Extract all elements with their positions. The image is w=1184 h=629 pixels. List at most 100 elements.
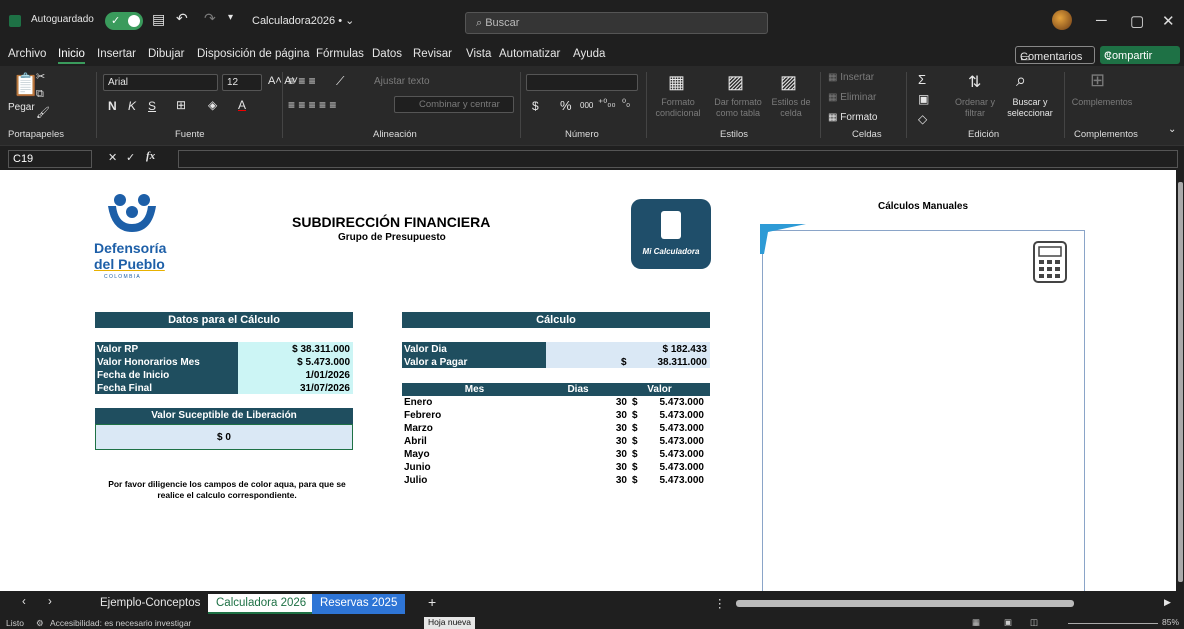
cut-icon[interactable]: ✂	[36, 70, 45, 83]
table-format-icon[interactable]: ▨	[727, 72, 744, 93]
page-layout-icon[interactable]: ▣	[1004, 617, 1012, 628]
tab-disposicion[interactable]: Disposición de página	[197, 48, 310, 60]
tab-insertar[interactable]: Insertar	[97, 48, 136, 60]
tab-reservas-2025[interactable]: Reservas 2025	[312, 594, 406, 614]
conditional-format-icon[interactable]: ▦	[668, 72, 685, 93]
wrap-text-button[interactable]: Ajustar texto	[374, 76, 430, 87]
tab-calculadora-2026[interactable]: Calculadora 2026	[208, 594, 315, 614]
customize-qat-icon[interactable]: ▾	[228, 12, 233, 23]
find-select-button[interactable]: Buscar y seleccionar	[1000, 97, 1060, 119]
tab-automatizar[interactable]: Automatizar	[499, 48, 560, 60]
clear-icon[interactable]: ◇	[918, 112, 927, 126]
formula-input[interactable]	[178, 150, 1178, 168]
next-sheet-icon[interactable]: ›	[48, 596, 52, 608]
autosum-icon[interactable]: Σ	[918, 72, 926, 87]
vertical-scrollbar[interactable]	[1176, 170, 1184, 591]
fecha-inicio-input[interactable]: 1/01/2026	[238, 368, 353, 381]
enter-icon[interactable]: ✓	[126, 151, 135, 164]
addins-icon[interactable]: ⊞	[1090, 70, 1105, 91]
fill-icon[interactable]: ▣	[918, 92, 929, 106]
name-box[interactable]: C19	[8, 150, 92, 168]
addins-button[interactable]: Complementos	[1066, 97, 1138, 107]
cell-styles-button[interactable]: Estilos de celda	[768, 97, 814, 119]
row-dias: 30	[615, 397, 627, 408]
file-name[interactable]: Calculadora2026 • ⌄	[252, 14, 354, 27]
increase-decimal-button[interactable]: ⁺⁰₀₀	[598, 98, 616, 109]
fill-color-icon[interactable]: ◈	[208, 98, 217, 112]
liberacion-header: Valor Suceptible de Liberación	[95, 408, 353, 424]
tab-inicio[interactable]: Inicio	[58, 48, 85, 64]
format-painter-icon[interactable]: 🖌	[36, 106, 50, 119]
valor-honorarios-input[interactable]: $ 5.473.000	[238, 355, 353, 368]
scrollbar-thumb[interactable]	[1178, 182, 1183, 582]
find-icon[interactable]: ⌕	[1016, 70, 1026, 91]
merge-center-button[interactable]: Combinar y centrar	[394, 96, 514, 113]
scroll-right-icon[interactable]: ▶	[1164, 597, 1171, 608]
zoom-slider[interactable]	[1068, 623, 1158, 624]
normal-view-icon[interactable]: ▦	[972, 617, 980, 628]
accessibility-status[interactable]: Accesibilidad: es necesario investigar	[50, 618, 191, 628]
valor-rp-input[interactable]: $ 38.311.000	[238, 342, 353, 355]
tab-ejemplo-conceptos[interactable]: Ejemplo-Conceptos	[92, 594, 208, 614]
datos-header: Datos para el Cálculo	[95, 312, 353, 328]
search-box[interactable]: ⌕ Buscar	[465, 12, 768, 34]
add-sheet-button[interactable]: +	[428, 594, 436, 610]
paste-button[interactable]: Pegar	[8, 102, 35, 113]
font-color-icon[interactable]: A	[238, 98, 246, 112]
font-size-select[interactable]: 12	[222, 74, 262, 91]
format-cells-button[interactable]: ▦ Formato	[828, 112, 877, 123]
comments-label: Comentarios	[1020, 51, 1083, 63]
orientation-icon[interactable]: ⟋	[336, 74, 344, 89]
restore-icon[interactable]: ▢	[1130, 12, 1144, 30]
horizontal-scrollbar-thumb[interactable]	[736, 600, 1074, 607]
align-left-icon[interactable]: ≡ ≡ ≡ ≡ ≡	[288, 98, 336, 112]
tab-archivo[interactable]: Archivo	[8, 48, 46, 60]
tab-dibujar[interactable]: Dibujar	[148, 48, 184, 60]
bold-icon[interactable]: N	[108, 99, 117, 113]
sort-filter-button[interactable]: Ordenar y filtrar	[950, 97, 1000, 119]
cancel-icon[interactable]: ✕	[108, 151, 117, 164]
zoom-level[interactable]: 85%	[1162, 617, 1179, 627]
align-top-icon[interactable]: ≡ ≡ ≡	[288, 74, 316, 88]
row-valor: 5.473.000	[659, 475, 705, 486]
borders-icon[interactable]: ⊞	[176, 98, 186, 112]
collapse-ribbon-icon[interactable]: ⌄	[1168, 124, 1176, 135]
share-button[interactable]: ⇪ Compartir	[1100, 46, 1180, 64]
worksheet[interactable]: Defensoría del Pueblo C O L O M B I A SU…	[0, 170, 1176, 591]
decrease-decimal-button[interactable]: ⁰₀	[622, 98, 630, 109]
tab-vista[interactable]: Vista	[466, 48, 491, 60]
fx-icon[interactable]: fx	[146, 150, 155, 162]
number-format-select[interactable]	[526, 74, 638, 91]
minimize-icon[interactable]: ─	[1096, 12, 1107, 29]
conditional-format-button[interactable]: Formato condicional	[652, 97, 704, 119]
delete-cells-button[interactable]: ▦ Eliminar	[828, 92, 876, 103]
comments-button[interactable]: ▭ Comentarios	[1015, 46, 1095, 64]
table-format-button[interactable]: Dar formato como tabla	[710, 97, 766, 119]
datos-label-2: Fecha de Inicio	[95, 368, 238, 381]
insert-cells-button[interactable]: ▦ Insertar	[828, 72, 874, 83]
copy-icon[interactable]: ⧉	[36, 88, 44, 101]
undo-icon[interactable]: ↶	[176, 10, 188, 27]
delete-label: Eliminar	[840, 92, 877, 103]
percent-button[interactable]: %	[560, 98, 572, 113]
tabs-split-icon[interactable]: ⋮	[714, 596, 726, 610]
page-break-icon[interactable]: ◫	[1030, 617, 1038, 628]
underline-icon[interactable]: S	[148, 99, 156, 113]
font-name-select[interactable]: Arial	[103, 74, 218, 91]
prev-sheet-icon[interactable]: ‹	[22, 596, 26, 608]
fecha-final-input[interactable]: 31/07/2026	[238, 381, 353, 394]
tab-datos[interactable]: Datos	[372, 48, 402, 60]
thousands-button[interactable]: 000	[580, 101, 593, 110]
close-icon[interactable]: ✕	[1162, 12, 1175, 30]
autosave-toggle[interactable]: ✓	[105, 12, 143, 30]
cell-styles-icon[interactable]: ▨	[780, 72, 797, 93]
save-icon[interactable]: ▤	[152, 11, 165, 28]
tab-ayuda[interactable]: Ayuda	[573, 48, 605, 60]
tab-formulas[interactable]: Fórmulas	[316, 48, 364, 60]
currency-button[interactable]: $	[532, 99, 539, 113]
avatar[interactable]	[1052, 10, 1072, 30]
tab-revisar[interactable]: Revisar	[413, 48, 452, 60]
redo-icon[interactable]: ↷	[204, 10, 216, 27]
sort-filter-icon[interactable]: ⇅	[968, 72, 981, 92]
italic-icon[interactable]: K	[128, 99, 136, 113]
